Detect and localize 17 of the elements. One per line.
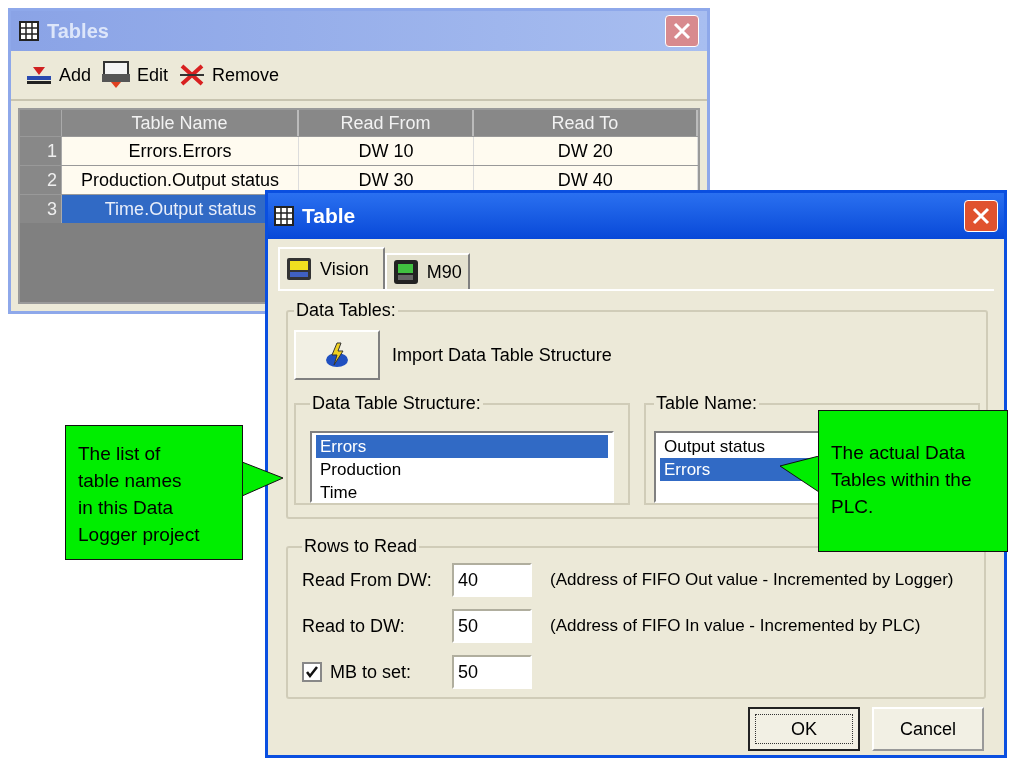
field-label: Read From DW: xyxy=(302,568,433,592)
window-title: Table xyxy=(302,203,356,230)
window-title: Tables xyxy=(47,19,109,44)
field-note: (Address of FIFO In value - Incremented by PLC) xyxy=(550,615,921,638)
field-label: Read to DW: xyxy=(302,614,406,638)
group-label: Data Tables: xyxy=(295,299,397,322)
table-cell: DW 10 xyxy=(299,137,474,165)
table-cell: Errors.Errors xyxy=(61,137,300,165)
import-label: Import Data Table Structure xyxy=(392,343,612,367)
field-note: (Address of FIFO Out value - Incremented by Logger) xyxy=(550,569,954,592)
group-label: Table Name: xyxy=(655,392,759,415)
callout-text: The list of table names in this Data Logger project xyxy=(78,442,201,547)
group-label: Data Table Structure: xyxy=(311,392,482,415)
table-cell: DW 20 xyxy=(473,137,698,165)
group-label: Rows to Read xyxy=(303,535,419,558)
field-label: MB to set: xyxy=(330,660,412,684)
table-cell: Production.Output status xyxy=(61,166,300,194)
